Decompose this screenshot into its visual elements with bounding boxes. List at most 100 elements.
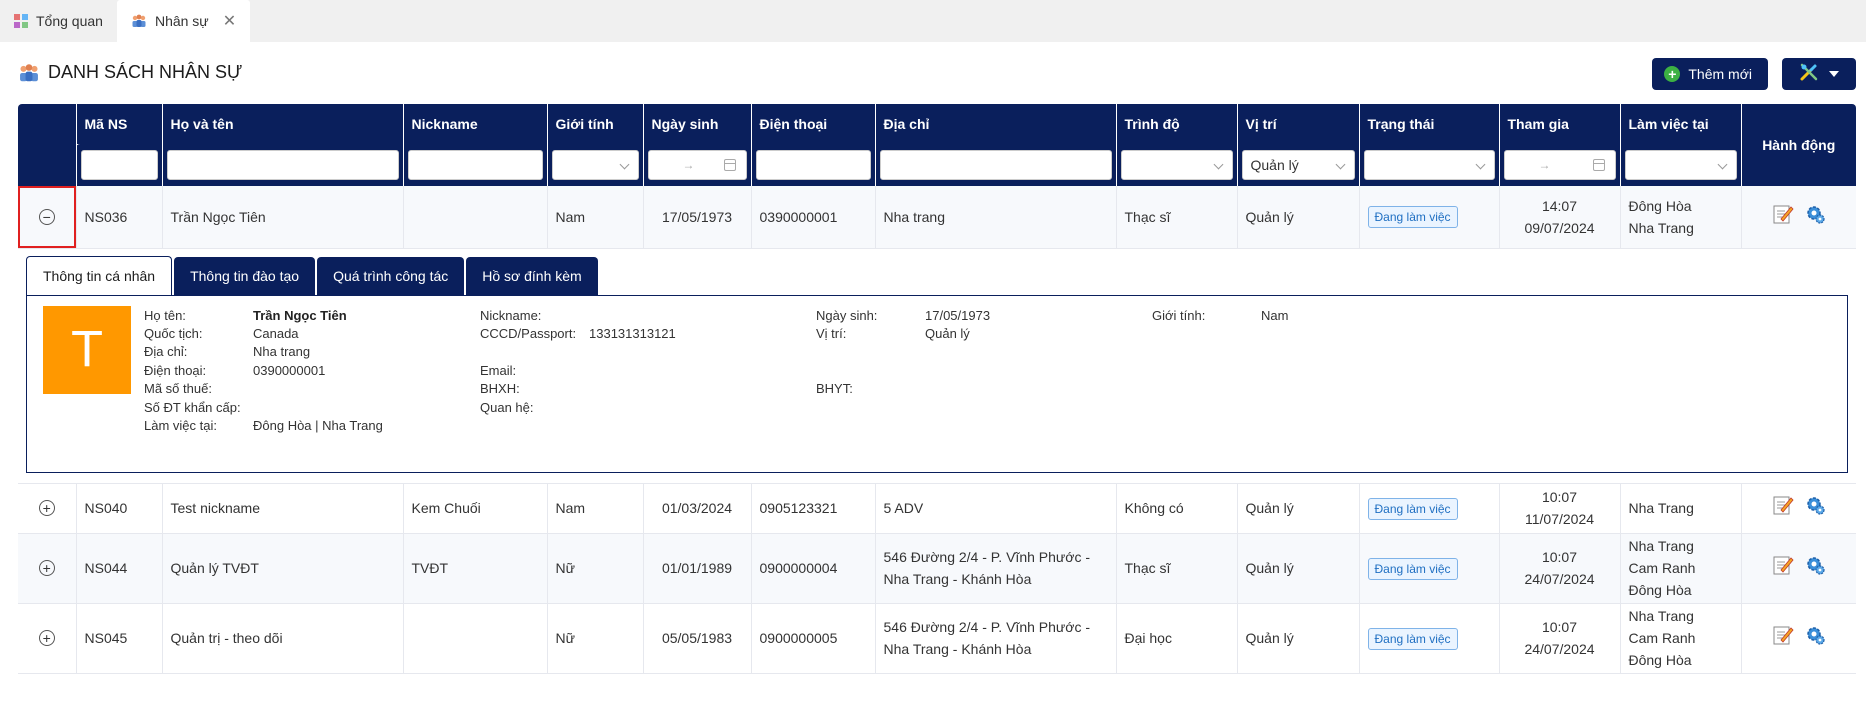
- filter-name-input[interactable]: [166, 150, 399, 180]
- tab-personal-info[interactable]: Thông tin cá nhân: [26, 255, 173, 296]
- tab-training-info[interactable]: Thông tin đào tạo: [174, 256, 316, 295]
- filter-workplace-select[interactable]: [1624, 150, 1737, 180]
- value-position: Quản lý: [925, 325, 970, 341]
- label-bhxh: BHXH:: [480, 380, 520, 396]
- filter-level-select[interactable]: [1120, 150, 1233, 180]
- calendar-icon: [723, 159, 736, 171]
- filter-joined-range[interactable]: →: [1503, 150, 1616, 180]
- expand-icon[interactable]: +: [38, 500, 55, 516]
- filter-nickname-input[interactable]: [407, 150, 543, 180]
- expand-row-cell[interactable]: +: [18, 603, 77, 674]
- expand-icon[interactable]: +: [38, 560, 55, 576]
- workplace-item: Đông Hòa: [1628, 652, 1692, 668]
- col-header-birth[interactable]: Ngày sinh: [643, 104, 752, 144]
- col-header-name[interactable]: Họ và tên: [162, 104, 404, 144]
- cell-status: Đang làm việc: [1359, 533, 1500, 604]
- joined-time: 10:07: [1541, 619, 1578, 635]
- filter-status-select[interactable]: [1363, 150, 1495, 180]
- col-header-position[interactable]: Vị trí: [1237, 104, 1360, 144]
- table-row[interactable]: + NS044 Quản lý TVĐT TVĐT Nữ 01/01/1989 …: [18, 533, 1856, 604]
- settings-icon[interactable]: [1804, 554, 1826, 582]
- label-nickname: Nickname:: [480, 307, 542, 323]
- cell-status: Đang làm việc: [1359, 483, 1500, 534]
- status-badge: Đang làm việc: [1367, 627, 1458, 650]
- status-badge: Đang làm việc: [1367, 497, 1458, 520]
- label-relation: Quan hệ:: [480, 399, 534, 415]
- label-idcard: CCCD/Passport:: [480, 325, 577, 341]
- table-row[interactable]: + NS040 Test nickname Kem Chuối Nam 01/0…: [18, 483, 1856, 534]
- workplace-item: Nha Trang: [1628, 500, 1694, 516]
- label-nationality: Quốc tịch:: [144, 325, 203, 341]
- edit-icon[interactable]: [1772, 554, 1794, 582]
- detail-row: Thông tin cá nhân Thông tin đào tạo Quá …: [18, 248, 1856, 484]
- cell-level: Thạc sĩ: [1116, 533, 1238, 604]
- col-header-level[interactable]: Trình độ: [1116, 104, 1238, 144]
- cell-address: 546 Đường 2/4 - P. Vĩnh Phước - Nha Tran…: [875, 603, 1117, 674]
- cell-level: Thạc sĩ: [1116, 186, 1238, 249]
- cell-status: Đang làm việc: [1359, 603, 1500, 674]
- cell-birth: 17/05/1973: [643, 186, 752, 249]
- table-row[interactable]: − NS036 Trần Ngọc Tiên Nam 17/05/1973 03…: [18, 186, 1856, 249]
- table-row[interactable]: + NS045 Quản trị - theo dõi Nữ 05/05/198…: [18, 603, 1856, 674]
- col-header-gender[interactable]: Giới tính: [547, 104, 644, 144]
- settings-icon[interactable]: [1804, 624, 1826, 652]
- edit-icon[interactable]: [1772, 624, 1794, 652]
- cell-nickname: [403, 603, 548, 674]
- cell-level: Không có: [1116, 483, 1238, 534]
- close-icon[interactable]: ✕: [223, 11, 236, 31]
- col-header-joined[interactable]: Tham gia: [1499, 104, 1621, 144]
- tab-tong-quan[interactable]: Tổng quan: [0, 0, 117, 42]
- cell-level: Đại học: [1116, 603, 1238, 674]
- collapse-icon[interactable]: −: [38, 208, 55, 225]
- cell-address: 546 Đường 2/4 - P. Vĩnh Phước - Nha Tran…: [875, 533, 1117, 604]
- cell-gender: Nam: [547, 186, 644, 249]
- workplace-item: Nha Trang: [1628, 538, 1694, 554]
- collapse-row-cell[interactable]: −: [18, 186, 77, 249]
- col-header-status[interactable]: Trạng thái: [1359, 104, 1500, 144]
- tab-nhan-su[interactable]: Nhân sự ✕: [116, 0, 251, 42]
- filter-address-input[interactable]: [879, 150, 1112, 180]
- col-header-actions: Hành động: [1741, 104, 1856, 186]
- chevron-down-icon: [619, 159, 629, 170]
- expand-row-cell[interactable]: +: [18, 533, 77, 604]
- cell-address: Nha trang: [875, 186, 1117, 249]
- chevron-down-icon: [1475, 159, 1485, 170]
- label-fullname: Họ tên:: [144, 307, 186, 323]
- tab-work-history[interactable]: Quá trình công tác: [317, 256, 465, 295]
- expand-icon[interactable]: +: [38, 630, 55, 646]
- edit-icon[interactable]: [1772, 494, 1794, 522]
- cell-name: Quản trị - theo dõi: [162, 603, 404, 674]
- col-header-phone[interactable]: Điện thoại: [751, 104, 876, 144]
- col-header-nickname[interactable]: Nickname: [403, 104, 548, 144]
- settings-icon[interactable]: [1804, 494, 1826, 522]
- workplace-item: Đông Hòa: [1628, 582, 1692, 598]
- filter-phone-input[interactable]: [755, 150, 871, 180]
- filter-position-select[interactable]: Quản lý: [1241, 150, 1355, 180]
- settings-icon[interactable]: [1804, 203, 1826, 231]
- joined-time: 10:07: [1541, 489, 1578, 505]
- joined-date: 11/07/2024: [1524, 511, 1595, 527]
- workplace-item: Nha Trang: [1628, 608, 1694, 624]
- label-gender: Giới tính:: [1152, 307, 1206, 323]
- workplace-item: Cam Ranh: [1628, 630, 1696, 646]
- col-header-code[interactable]: Mã NS: [76, 104, 163, 144]
- filter-birth-range[interactable]: →: [647, 150, 747, 180]
- add-new-label: Thêm mới: [1688, 66, 1752, 82]
- chevron-down-icon: [1335, 159, 1345, 170]
- label-phone: Điện thoại:: [144, 362, 207, 378]
- col-header-workplace[interactable]: Làm việc tại: [1620, 104, 1742, 144]
- filter-code-input[interactable]: [80, 150, 158, 180]
- add-new-button[interactable]: + Thêm mới: [1652, 58, 1768, 90]
- cell-phone: 0390000001: [751, 186, 876, 249]
- cell-joined: 10:07 24/07/2024: [1499, 533, 1621, 604]
- edit-icon[interactable]: [1772, 203, 1794, 231]
- tools-dropdown-button[interactable]: [1782, 58, 1856, 90]
- filter-gender-select[interactable]: [551, 150, 639, 180]
- tab-attachments[interactable]: Hồ sơ đính kèm: [466, 256, 598, 295]
- cell-status: Đang làm việc: [1359, 186, 1500, 249]
- tab-strip: Tổng quan Nhân sự ✕: [0, 0, 1866, 42]
- value-birth: 17/05/1973: [925, 307, 991, 323]
- col-header-address[interactable]: Địa chỉ: [875, 104, 1117, 144]
- people-icon: [18, 63, 40, 83]
- expand-row-cell[interactable]: +: [18, 483, 77, 534]
